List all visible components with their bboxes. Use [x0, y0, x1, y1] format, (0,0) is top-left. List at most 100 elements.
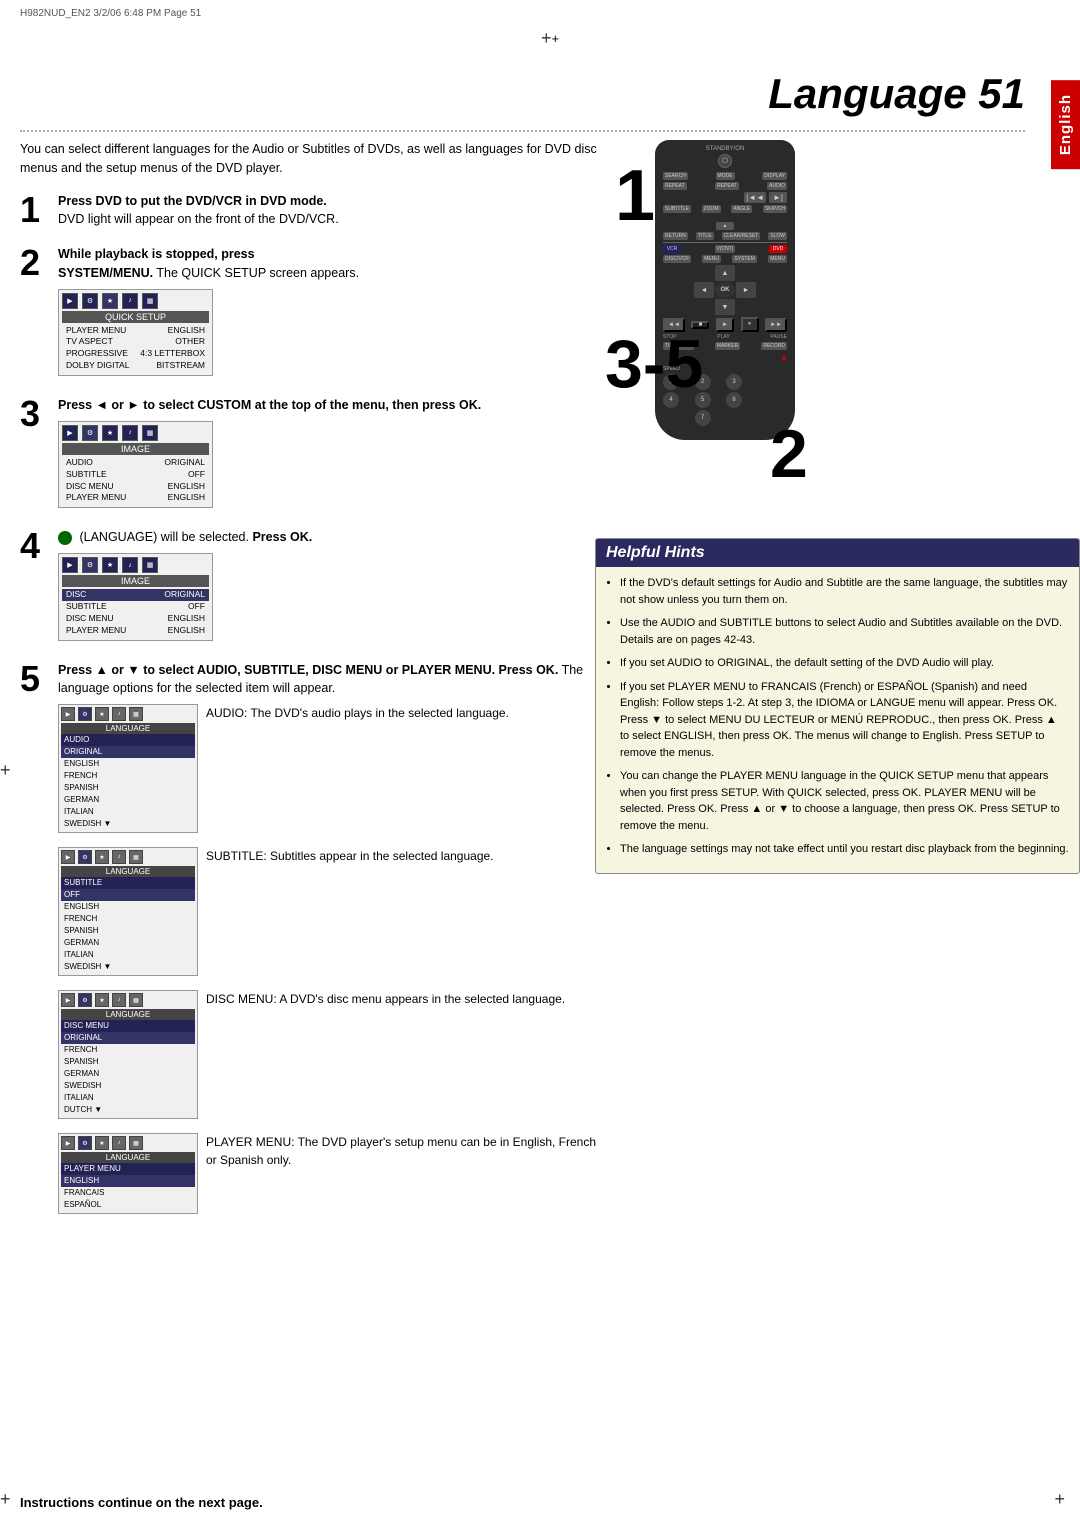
row-search-mode-display: SEARCH MODE DISPLAY	[663, 172, 787, 180]
sm-screen-discmenu: ▶ ⚙ ★ ♪ ▦ LANGUAGE DISC MENU ORIGINAL FR…	[58, 990, 198, 1119]
nav-right-button[interactable]: ►	[736, 282, 756, 298]
page-title: Language 51	[768, 70, 1025, 118]
play-small-button[interactable]: ►|	[769, 192, 787, 203]
screen-subtitle: ▶ ⚙ ★ ♪ ▦ LANGUAGE SUBTITLE OFF ENGLISH	[58, 847, 198, 976]
sm-i-s5: ▦	[129, 850, 143, 864]
nav-up-button[interactable]: ▲	[715, 265, 735, 281]
mode-button[interactable]: MODE	[716, 172, 735, 180]
step-5-number: 5	[20, 661, 58, 697]
screen-icons-step2: ▶ ⚙ ★ ♪ ▦	[62, 293, 209, 309]
icon-s4-5: ▦	[142, 557, 158, 573]
file-info: H982NUD_EN2 3/2/06 6:48 PM Page 51	[20, 8, 201, 19]
vcr-button[interactable]: VCR	[663, 245, 681, 253]
nav-ok-button[interactable]: OK	[715, 282, 735, 298]
screen-row-2: TV ASPECTOTHER	[62, 336, 209, 348]
prev-button[interactable]: |◄◄	[744, 192, 766, 203]
clear-reset-button[interactable]: CLEAR/RESET	[722, 232, 761, 240]
sm-row-sub-ge: GERMAN	[61, 937, 195, 949]
sm-i-p1: ▶	[61, 1136, 75, 1150]
sub-item-playermenu-text: PLAYER MENU: The DVD player's setup menu…	[206, 1133, 600, 1169]
search-button[interactable]: SEARCH	[663, 172, 688, 180]
repeat-button-2[interactable]: REPEAT	[715, 182, 739, 190]
disc-vcr-button[interactable]: DISC/VCR	[663, 255, 691, 263]
step-2-number: 2	[20, 245, 58, 281]
sm-row-audio-lbl: AUDIO	[61, 734, 195, 746]
skip-ch-button[interactable]: SKIP/CH	[763, 205, 787, 213]
sm-row-audio-en: ENGLISH	[61, 758, 195, 770]
num-6-button[interactable]: 6	[726, 392, 742, 408]
dvd-button[interactable]: DVD	[769, 245, 787, 253]
repeat-button-1[interactable]: REPEAT	[663, 182, 687, 190]
crosshair-mid-left-icon: +	[0, 760, 11, 781]
display-button[interactable]: DISPLAY	[762, 172, 787, 180]
screen-row-s3-3: DISC MENUENGLISH	[62, 481, 209, 493]
play-button[interactable]: ►	[716, 318, 734, 332]
sm-row-audio-it: ITALIAN	[61, 806, 195, 818]
sm-i-d4: ♪	[112, 993, 126, 1007]
sm-screen-audio: ▶ ⚙ ★ ♪ ▦ LANGUAGE AUDIO ORIGINAL ENGLIS…	[58, 704, 198, 833]
standby-button[interactable]: ⏻	[718, 154, 732, 168]
hint-item-4: If you set PLAYER MENU to FRANCAIS (Fren…	[620, 679, 1069, 762]
sm-hdr-audio: LANGUAGE	[61, 723, 195, 734]
icon-s3-2: ⚙	[82, 425, 98, 441]
sm-row-disc-sp: SPANISH	[61, 1056, 195, 1068]
angle-button[interactable]: ANGLE	[731, 205, 752, 213]
screen-hdr-step3: IMAGE	[62, 443, 209, 455]
sm-row-pm-en: ENGLISH	[61, 1175, 195, 1187]
sm-row-sub-fr: FRENCH	[61, 913, 195, 925]
sm-i-p4: ♪	[112, 1136, 126, 1150]
crosshair-bottom-left-icon: +	[0, 1489, 11, 1510]
title-button[interactable]: TITLE	[696, 232, 714, 240]
sm-row-sub-it: ITALIAN	[61, 949, 195, 961]
sm-row-audio-fr: FRENCH	[61, 770, 195, 782]
screen-row-4: DOLBY DIGITALBITSTREAM	[62, 360, 209, 372]
big-number-2: 2	[770, 420, 808, 488]
up-arrow-row: ▲	[663, 215, 787, 230]
step4-green-dot	[58, 531, 72, 545]
menu-left-button[interactable]: MENU	[702, 255, 721, 263]
slow-button[interactable]: SLOW	[768, 232, 787, 240]
return-button[interactable]: RETURN	[663, 232, 688, 240]
sm-row-disc-du: DUTCH ▼	[61, 1104, 195, 1116]
vcnt-button[interactable]: V(CNT)	[715, 245, 736, 253]
sm-row-pm-fr2: FRANCAIS	[61, 1187, 195, 1199]
hints-list: If the DVD's default settings for Audio …	[606, 575, 1069, 858]
icon-s4-4: ♪	[122, 557, 138, 573]
screen-row-s4-4: PLAYER MENUENGLISH	[62, 625, 209, 637]
sm-row-disc-fr: FRENCH	[61, 1044, 195, 1056]
step-1-heading: Press DVD to put the DVD/VCR in DVD mode…	[58, 194, 327, 208]
sm-i-a3: ★	[95, 707, 109, 721]
zoom-button[interactable]: ZOOM	[702, 205, 721, 213]
sm-row-sub-sw: SWEDISH ▼	[61, 961, 195, 973]
audio-button[interactable]: AUDIO	[767, 182, 787, 190]
sm-row-disc-orig: ORIGINAL	[61, 1032, 195, 1044]
sm-i-a5: ▦	[129, 707, 143, 721]
fastfwd-button[interactable]: ►►	[765, 318, 787, 332]
nav-down-button[interactable]: ▼	[715, 299, 735, 315]
sm-icons-subtitle: ▶ ⚙ ★ ♪ ▦	[61, 850, 195, 864]
play-label: PLAY	[717, 334, 729, 340]
menu-right-button[interactable]: MENU	[768, 255, 787, 263]
system-button[interactable]: SYSTEM	[732, 255, 757, 263]
sm-i-d1: ▶	[61, 993, 75, 1007]
sm-i-p2: ⚙	[78, 1136, 92, 1150]
num-3-button[interactable]: 3	[726, 374, 742, 390]
step-1-body: DVD light will appear on the front of th…	[58, 212, 339, 226]
sm-row-sub-off: OFF	[61, 889, 195, 901]
subtitle-button[interactable]: SUBTITLE	[663, 205, 691, 213]
big-number-3-5: 3-5	[605, 330, 703, 398]
screen-discmenu: ▶ ⚙ ★ ♪ ▦ LANGUAGE DISC MENU ORIGINAL FR…	[58, 990, 198, 1119]
nav-left-button[interactable]: ◄	[694, 282, 714, 298]
up-button[interactable]: ▲	[716, 222, 734, 230]
intro-text: You can select different languages for t…	[20, 140, 600, 178]
instructions-footer: Instructions continue on the next page.	[20, 1495, 263, 1510]
hint-item-6: The language settings may not take effec…	[620, 841, 1069, 858]
sub-item-playermenu: ▶ ⚙ ★ ♪ ▦ LANGUAGE PLAYER MENU ENGLISH F…	[58, 1133, 600, 1214]
num-7-button[interactable]: 7	[695, 410, 711, 426]
pause-button[interactable]: ⏸	[741, 317, 759, 332]
sm-screen-subtitle: ▶ ⚙ ★ ♪ ▦ LANGUAGE SUBTITLE OFF ENGLISH	[58, 847, 198, 976]
screen-row-s3-2: SUBTITLEOFF	[62, 469, 209, 481]
marker-button[interactable]: MARKER	[715, 342, 740, 350]
nav-empty-4	[736, 299, 756, 315]
sub-item-discmenu-text: DISC MENU: A DVD's disc menu appears in …	[206, 990, 600, 1008]
